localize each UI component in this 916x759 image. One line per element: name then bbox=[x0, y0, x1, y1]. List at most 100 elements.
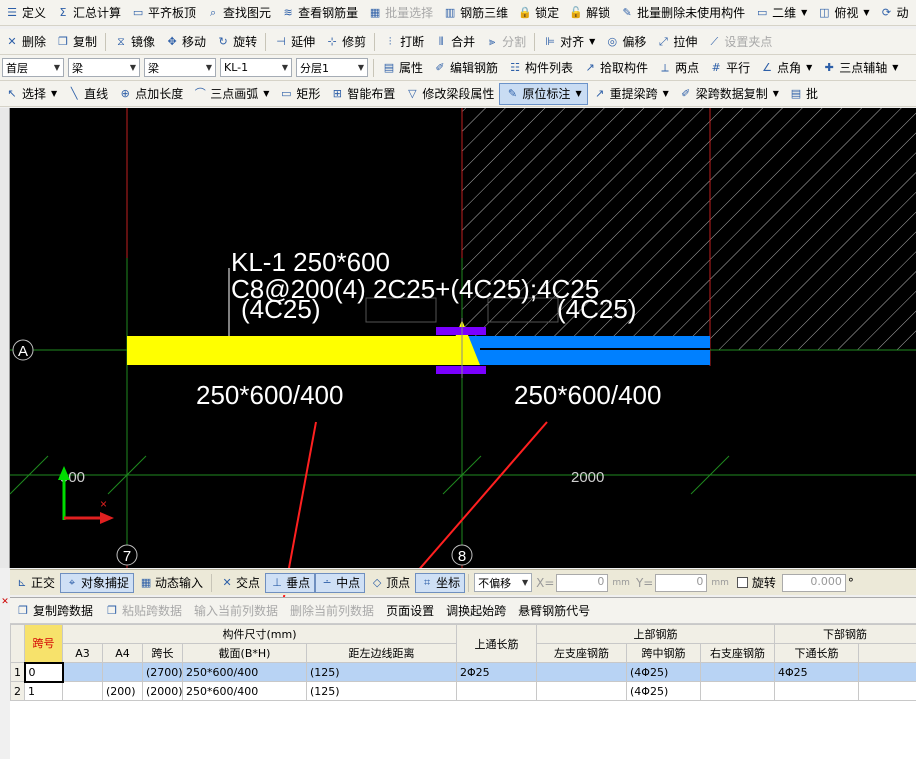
unlock-button[interactable]: 🔓 解锁 bbox=[564, 2, 615, 24]
y-input[interactable]: 0 bbox=[655, 573, 708, 592]
top-view-button[interactable]: ◫ 俯视 ▼ bbox=[812, 2, 874, 24]
cell-section[interactable]: 250*600/400 bbox=[182, 681, 307, 701]
intersection-toggle[interactable]: ✕ 交点 bbox=[215, 573, 265, 593]
parallel-button[interactable]: # 平行 bbox=[704, 57, 755, 79]
cell-left-seat[interactable] bbox=[536, 681, 627, 701]
break-button[interactable]: ⫶ 打断 bbox=[378, 31, 429, 53]
ortho-toggle[interactable]: ⊾ 正交 bbox=[10, 573, 60, 593]
rotate-checkbox[interactable] bbox=[736, 577, 748, 588]
copy-button[interactable]: ❐ 复制 bbox=[51, 31, 102, 53]
x-input[interactable]: 0 bbox=[556, 573, 609, 592]
component-select[interactable]: KL-1 ▼ bbox=[220, 58, 292, 77]
left-section-label[interactable]: 250*600/400 bbox=[196, 380, 343, 410]
table-row[interactable]: 1 0 (2700) 250*600/400 (125) 2Φ25 (4Φ25) 4Φ25 bbox=[10, 661, 916, 683]
binoculars-button[interactable]: ⌕ 查找图元 bbox=[201, 2, 276, 24]
cell-extra[interactable] bbox=[858, 681, 916, 701]
cell-a3[interactable] bbox=[62, 681, 103, 701]
three-point-axis-button[interactable]: ✚ 三点辅轴 ▼ bbox=[817, 57, 903, 79]
2d-button[interactable]: ▭ 二维 ▼ bbox=[750, 2, 812, 24]
cell-top-through[interactable]: 2Φ25 bbox=[456, 662, 537, 682]
row-number[interactable]: 2 bbox=[10, 681, 25, 701]
panel-tool-4[interactable]: 页面设置 bbox=[380, 602, 440, 619]
rebar-3d-button[interactable]: ▥ 钢筋三维 bbox=[438, 2, 513, 24]
two-point-button[interactable]: ⟂ 两点 bbox=[653, 57, 704, 79]
offset-button[interactable]: ◎ 偏移 bbox=[600, 31, 651, 53]
mirror-button[interactable]: ⧖ 镜像 bbox=[109, 31, 160, 53]
snap-toggle[interactable]: ⌖ 对象捕捉 bbox=[60, 572, 135, 593]
cell-right-seat[interactable] bbox=[700, 681, 775, 701]
line-button[interactable]: ╲ 直线 bbox=[62, 83, 113, 105]
list-button[interactable]: ☷ 构件列表 bbox=[503, 57, 578, 79]
floor-select[interactable]: 首层 ▼ bbox=[2, 58, 64, 77]
panel-tool-3[interactable]: 删除当前列数据 bbox=[284, 602, 380, 619]
trim-button[interactable]: ⊹ 修剪 bbox=[320, 31, 371, 53]
split-button[interactable]: ⫸ 分割 bbox=[480, 31, 531, 53]
cell-edge-dist[interactable]: (125) bbox=[306, 662, 457, 682]
lock-button[interactable]: 🔒 锁定 bbox=[513, 2, 564, 24]
panel-tool-6[interactable]: 悬臂钢筋代号 bbox=[512, 602, 596, 619]
properties-button[interactable]: ▤ 属性 bbox=[377, 57, 428, 79]
cell-left-seat[interactable] bbox=[536, 662, 627, 682]
arc-button[interactable]: ⌒ 三点画弧 ▼ bbox=[188, 83, 274, 105]
panel-tool-0[interactable]: ❐ 复制跨数据 bbox=[10, 602, 99, 619]
beam-name-label[interactable]: KL-1 250*600 bbox=[231, 247, 390, 277]
grip-button[interactable]: ⟋ 设置夹点 bbox=[702, 31, 777, 53]
panel-tool-5[interactable]: 调换起始跨 bbox=[440, 602, 512, 619]
left-beam-span[interactable] bbox=[127, 336, 462, 365]
vertex-toggle[interactable]: ◇ 顶点 bbox=[365, 573, 415, 593]
cell-a4[interactable] bbox=[102, 662, 143, 682]
pick-button[interactable]: ↗ 拾取构件 bbox=[578, 57, 653, 79]
rebar-qty-button[interactable]: ≋ 查看钢筋量 bbox=[276, 2, 363, 24]
point-length-button[interactable]: ⊕ 点加长度 bbox=[113, 83, 188, 105]
sigma-button[interactable]: Σ 汇总计算 bbox=[51, 2, 126, 24]
cell-span[interactable]: 0 bbox=[23, 661, 64, 683]
modify-segment-button[interactable]: ▽ 修改梁段属性 bbox=[400, 83, 499, 105]
right-bottom-annotation[interactable]: (4C25) bbox=[557, 294, 636, 324]
align-button[interactable]: ⊫ 对齐 ▼ bbox=[538, 31, 600, 53]
cell-a4[interactable]: (200) bbox=[102, 681, 143, 701]
align-slab-button[interactable]: ▭ 平齐板顶 bbox=[126, 2, 201, 24]
right-section-label[interactable]: 250*600/400 bbox=[514, 380, 661, 410]
select-cursor-button[interactable]: ↖ 选择 ▼ bbox=[0, 83, 62, 105]
cell-mid-span[interactable]: (4Φ25) bbox=[626, 662, 701, 682]
table-row[interactable]: 2 1 (200) (2000) 250*600/400 (125) (4Φ25) bbox=[10, 681, 916, 701]
rotate-input[interactable]: 0.000 bbox=[781, 573, 846, 592]
cell-edge-dist[interactable]: (125) bbox=[306, 681, 457, 701]
panel-close-icon[interactable]: ✕ bbox=[0, 597, 10, 609]
merge-button[interactable]: ⫴ 合并 bbox=[429, 31, 480, 53]
batch-select-button[interactable]: ▦ 批量选择 bbox=[363, 2, 438, 24]
dynamic-input-toggle[interactable]: ▦ 动态输入 bbox=[134, 573, 208, 593]
point-angle-button[interactable]: ∠ 点角 ▼ bbox=[755, 57, 817, 79]
edit-rebar-button[interactable]: ✐ 编辑钢筋 bbox=[428, 57, 503, 79]
cell-extra[interactable] bbox=[858, 662, 916, 682]
type-select[interactable]: 梁 ▼ bbox=[144, 58, 216, 77]
cell-bottom-through[interactable] bbox=[774, 681, 859, 701]
midpoint-toggle[interactable]: ∸ 中点 bbox=[315, 572, 366, 593]
cell-right-seat[interactable] bbox=[700, 662, 775, 682]
panel-tool-2[interactable]: 输入当前列数据 bbox=[188, 602, 284, 619]
cell-span-len[interactable]: (2000) bbox=[142, 681, 183, 701]
span-copy-button[interactable]: ✐ 梁跨数据复制 ▼ bbox=[674, 83, 784, 105]
rotate-button[interactable]: ↻ 旋转 bbox=[211, 31, 262, 53]
coordinate-toggle[interactable]: ⌗ 坐标 bbox=[415, 572, 466, 593]
cell-span-len[interactable]: (2700) bbox=[142, 662, 183, 682]
cell-a3[interactable] bbox=[62, 662, 103, 682]
panel-tool-1[interactable]: ❐ 粘贴跨数据 bbox=[99, 602, 188, 619]
define-button[interactable]: ☰ 定义 bbox=[0, 2, 51, 24]
re-extract-span-button[interactable]: ↗ 重提梁跨 ▼ bbox=[588, 83, 674, 105]
batch-delete-button[interactable]: ✎ 批量删除未使用构件 bbox=[615, 2, 750, 24]
layer-select[interactable]: 分层1 ▼ bbox=[296, 58, 368, 77]
cell-top-through[interactable] bbox=[456, 681, 537, 701]
batch-button[interactable]: ▤ 批 bbox=[784, 83, 823, 105]
drawing-canvas[interactable]: KL-1 250*600 C8@200(4) 2C25+(4C25);4C25 … bbox=[10, 108, 916, 568]
move-button[interactable]: ✥ 移动 bbox=[160, 31, 211, 53]
stretch-button[interactable]: ⤢ 拉伸 bbox=[651, 31, 702, 53]
cell-section[interactable]: 250*600/400 bbox=[182, 662, 307, 682]
dynamic-view-button[interactable]: ⟳ 动 bbox=[875, 2, 914, 24]
rectangle-button[interactable]: ▭ 矩形 bbox=[274, 83, 325, 105]
category-select[interactable]: 梁 ▼ bbox=[68, 58, 140, 77]
delete-button[interactable]: ✕ 删除 bbox=[0, 31, 51, 53]
in-place-annotation-button[interactable]: ✎ 原位标注 ▼ bbox=[499, 82, 588, 105]
perpendicular-toggle[interactable]: ⊥ 垂点 bbox=[265, 572, 316, 593]
cell-mid-span[interactable]: (4Φ25) bbox=[626, 681, 701, 701]
